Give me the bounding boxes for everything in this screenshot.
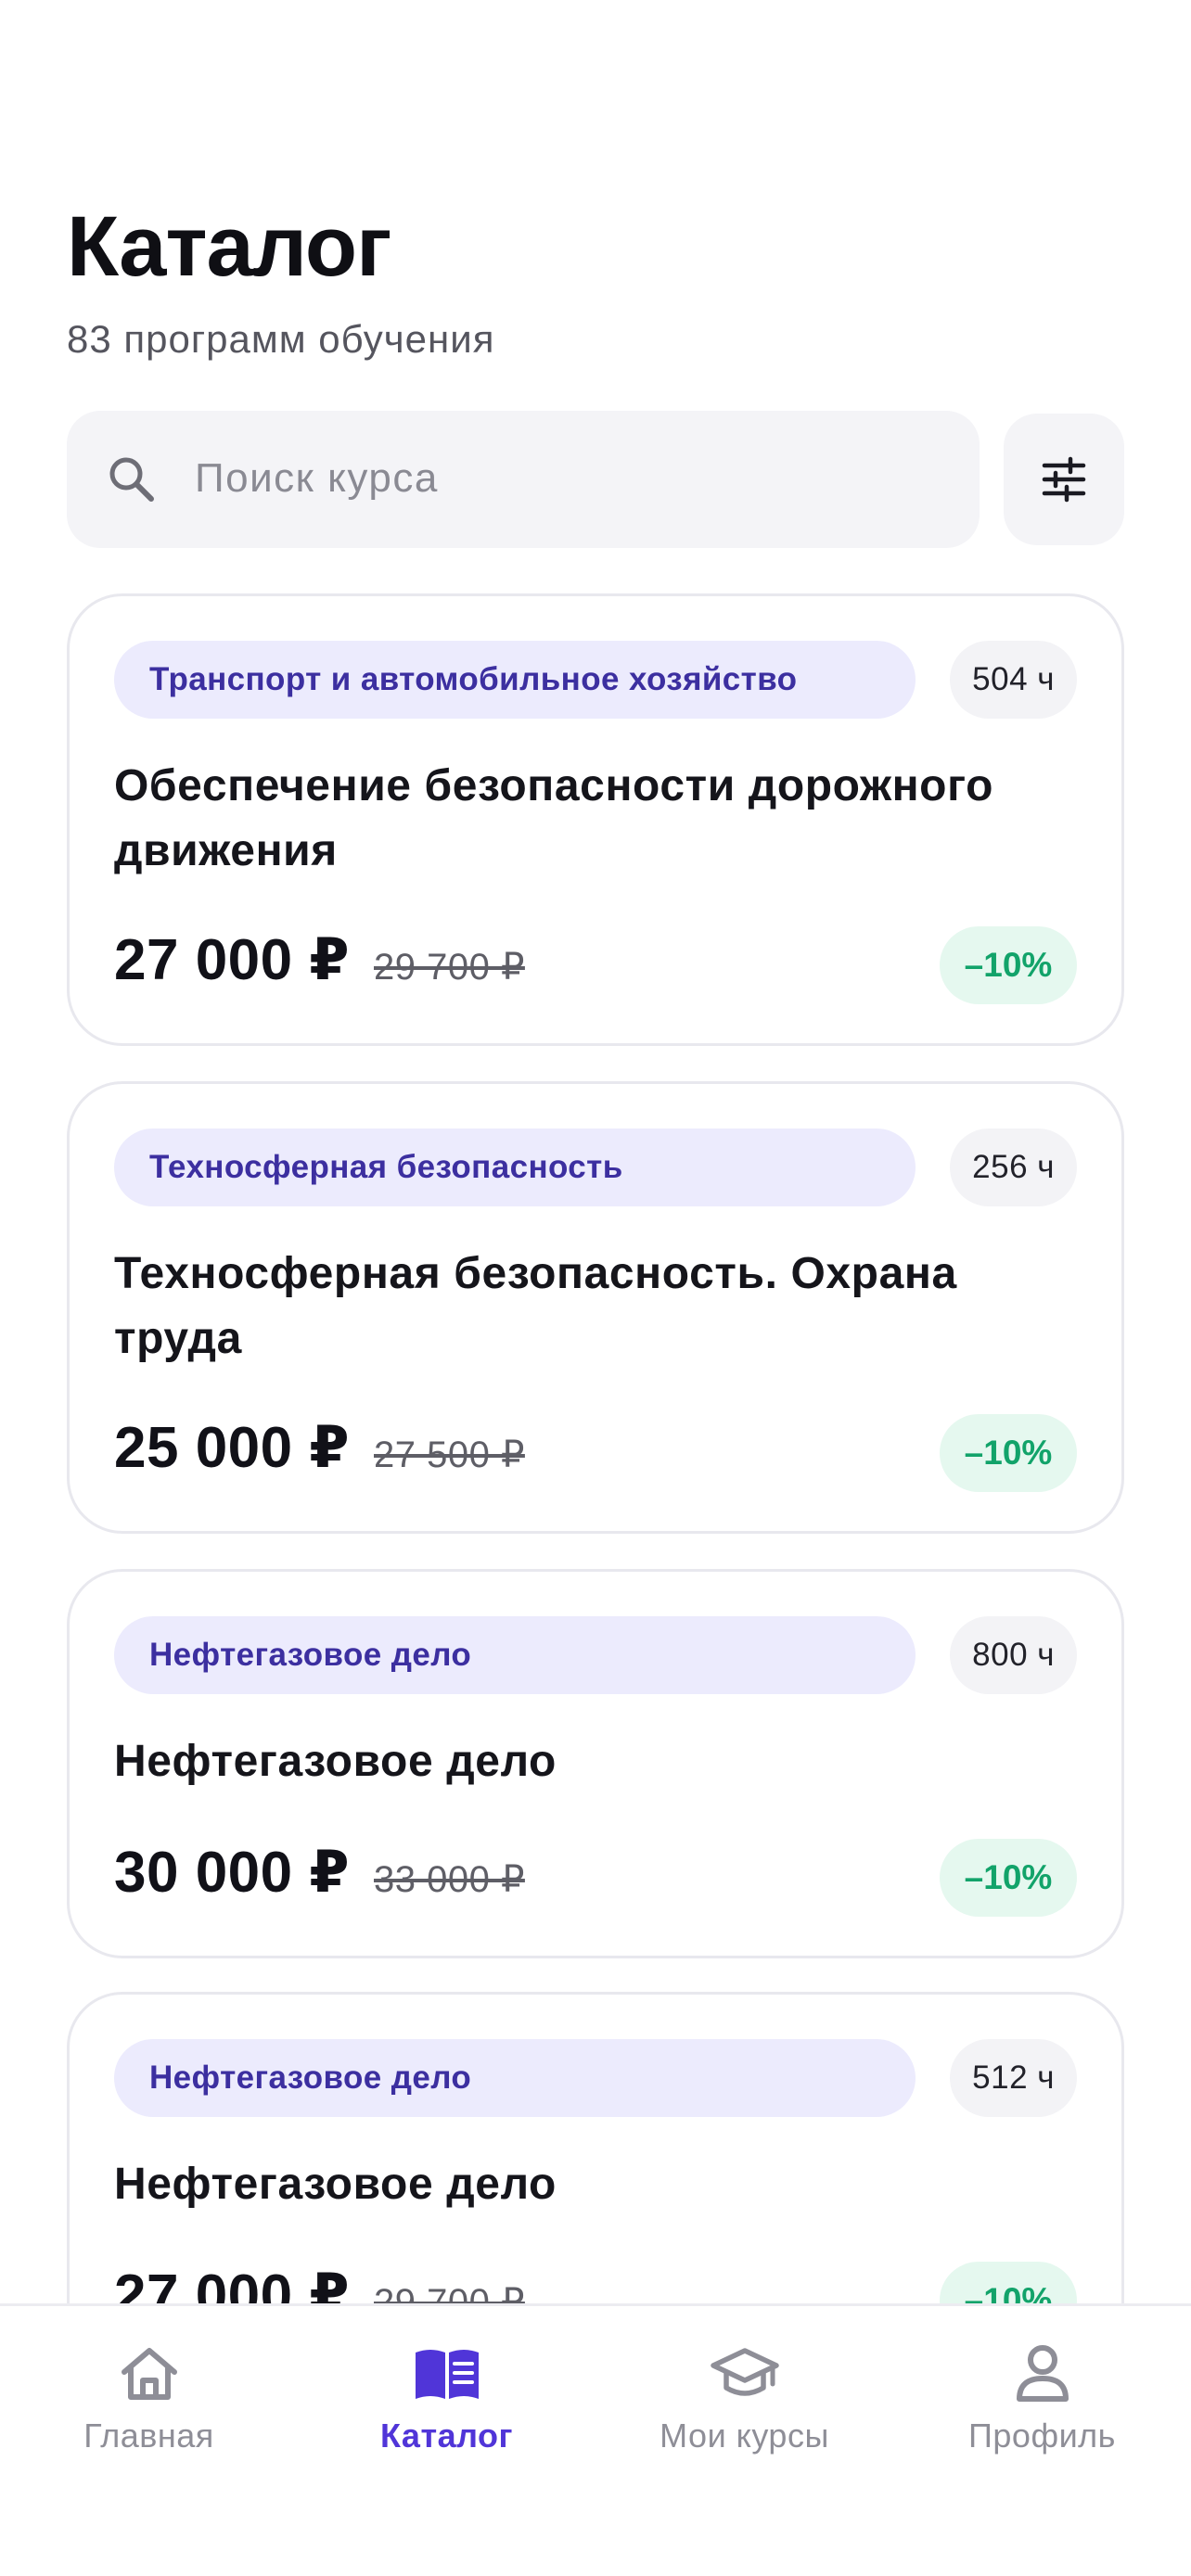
hours-badge: 800 ч bbox=[950, 1616, 1077, 1694]
discount-badge: –10% bbox=[940, 1414, 1077, 1492]
hours-badge: 256 ч bbox=[950, 1129, 1077, 1206]
price-row: 25 000 ₽ 27 500 ₽ bbox=[114, 1413, 525, 1481]
page-title: Каталог bbox=[67, 199, 391, 294]
category-badge: Техносферная безопасность bbox=[114, 1129, 916, 1206]
sliders-icon bbox=[1042, 456, 1086, 503]
price: 27 000 ₽ bbox=[114, 928, 350, 992]
course-title: Техносферная безопасность. Охрана труда bbox=[114, 1249, 957, 1363]
price: 30 000 ₽ bbox=[114, 1841, 350, 1905]
graduation-cap-icon bbox=[710, 2348, 779, 2396]
search-placeholder: Поиск курса bbox=[195, 455, 439, 501]
page-header: Каталог 83 программ обучения bbox=[67, 204, 494, 362]
category-badge: Нефтегазовое дело bbox=[114, 2039, 916, 2117]
nav-item-profile[interactable]: Профиль bbox=[893, 2306, 1191, 2492]
nav-item-home[interactable]: Главная bbox=[0, 2306, 298, 2492]
user-icon bbox=[1016, 2345, 1069, 2402]
program-count: 83 программ обучения bbox=[67, 317, 495, 361]
discount-badge: –10% bbox=[940, 926, 1077, 1004]
course-title: Обеспечение безопасности дорожного движе… bbox=[114, 761, 993, 875]
search-input[interactable]: Поиск курса bbox=[67, 411, 980, 548]
hours-badge: 504 ч bbox=[950, 641, 1077, 719]
old-price: 33 000 ₽ bbox=[374, 1859, 525, 1900]
nav-item-my-courses[interactable]: Мои курсы bbox=[596, 2306, 893, 2492]
old-price: 27 500 ₽ bbox=[374, 1435, 525, 1475]
filter-button[interactable] bbox=[1004, 414, 1124, 545]
category-badge: Нефтегазовое дело bbox=[114, 1616, 916, 1694]
nav-label: Мои курсы bbox=[660, 2417, 829, 2455]
price-row: 30 000 ₽ 33 000 ₽ bbox=[114, 1838, 525, 1906]
nav-item-catalog[interactable]: Каталог bbox=[298, 2306, 596, 2492]
nav-label: Главная bbox=[83, 2417, 214, 2455]
nav-label: Профиль bbox=[968, 2417, 1116, 2455]
course-title: Нефтегазовое дело bbox=[114, 1737, 557, 1786]
home-icon bbox=[121, 2348, 177, 2400]
course-card[interactable]: Техносферная безопасность 256 ч Техносфе… bbox=[67, 1081, 1124, 1534]
course-title: Нефтегазовое дело bbox=[114, 2160, 557, 2209]
book-icon bbox=[415, 2350, 479, 2399]
old-price: 29 700 ₽ bbox=[374, 947, 525, 988]
hours-badge: 512 ч bbox=[950, 2039, 1077, 2117]
price-row: 27 000 ₽ 29 700 ₽ bbox=[114, 925, 525, 993]
category-badge: Транспорт и автомобильное хозяйство bbox=[114, 641, 916, 719]
course-card[interactable]: Транспорт и автомобильное хозяйство 504 … bbox=[67, 593, 1124, 1046]
price: 25 000 ₽ bbox=[114, 1416, 350, 1480]
search-icon bbox=[109, 457, 154, 502]
course-card[interactable]: Нефтегазовое дело 800 ч Нефтегазовое дел… bbox=[67, 1569, 1124, 1958]
nav-label: Каталог bbox=[380, 2417, 513, 2455]
discount-badge: –10% bbox=[940, 1839, 1077, 1917]
bottom-nav: Главная Каталог Мои курсы Профиль bbox=[0, 2303, 1191, 2576]
